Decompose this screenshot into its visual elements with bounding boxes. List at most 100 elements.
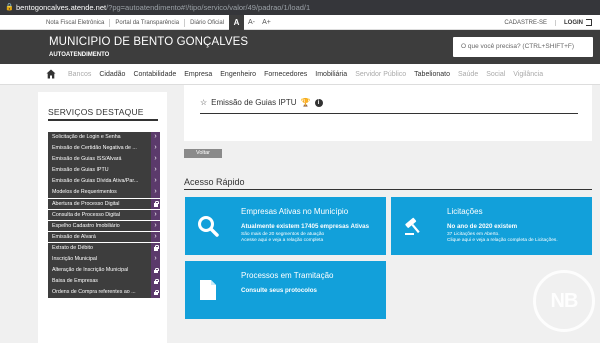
sidebar-service-label: Inscrição Municipal: [52, 256, 98, 263]
sidebar-service-label: Espelho Cadastro Imobiliário: [52, 222, 120, 229]
nav-item-fornecedores[interactable]: Fornecedores: [260, 71, 311, 78]
font-decrease-button[interactable]: A-: [244, 15, 259, 30]
sidebar-service-item[interactable]: Extrato de Débito: [48, 242, 160, 254]
quick-access-divider: [184, 189, 592, 190]
chevron-right-icon: ›: [151, 165, 160, 176]
sidebar-service-label: Emissão de Alvará: [52, 233, 96, 240]
utility-bar: Nota Fiscal Eletrônica Portal da Transpa…: [0, 15, 600, 30]
nav-item-imobiliaria[interactable]: Imobiliária: [311, 71, 351, 78]
tile-title: Processos em Tramitação: [241, 271, 334, 280]
sidebar-service-label: Abertura de Processo Digital: [52, 200, 120, 207]
font-increase-button[interactable]: A+: [259, 15, 274, 30]
home-icon[interactable]: [46, 67, 60, 81]
chevron-right-icon: ›: [151, 231, 160, 243]
link-nota-fiscal[interactable]: Nota Fiscal Eletrônica: [41, 18, 111, 27]
sidebar-service-label: Consulta de Processo Digital: [52, 211, 121, 218]
info-icon[interactable]: i: [314, 98, 323, 107]
sidebar-service-item[interactable]: Alteração de Inscrição Municipal: [48, 265, 160, 276]
sidebar-service-item[interactable]: Emissão de Guias ISS/Alvará ›: [48, 154, 160, 165]
sidebar-service-label: Solicitação de Login e Senha: [52, 134, 121, 140]
nav-item-bancos[interactable]: Bancos: [64, 71, 95, 78]
chevron-right-icon: ›: [151, 154, 160, 165]
service-title: Emissão de Guias IPTU: [211, 98, 297, 107]
featured-services-sidebar: SERVIÇOS DESTAQUE Solicitação de Login e…: [38, 92, 167, 343]
lock-icon: 🔒: [5, 3, 14, 11]
tile-empresas-ativas[interactable]: Empresas Ativas no Município Atualmente …: [185, 197, 386, 255]
tile-detail: São mais de 20 segmentos de atuação: [241, 232, 325, 237]
nav-item-saude[interactable]: Saúde: [454, 71, 482, 78]
chevron-right-icon: ›: [151, 187, 160, 199]
favorite-star-icon[interactable]: ☆: [200, 98, 207, 107]
sidebar-service-item[interactable]: Abertura de Processo Digital: [48, 198, 160, 210]
nav-item-engenheiro[interactable]: Engenheiro: [216, 71, 260, 78]
chevron-right-icon: ›: [151, 254, 160, 265]
sidebar-service-item[interactable]: Emissão de Guias IPTU ›: [48, 165, 160, 176]
sidebar-service-label: Emissão de Guias IPTU: [52, 167, 109, 174]
sidebar-heading: SERVIÇOS DESTAQUE: [48, 107, 144, 117]
sidebar-service-label: Alteração de Inscrição Municipal: [52, 267, 129, 274]
chevron-right-icon: ›: [151, 176, 160, 187]
sidebar-service-label: Emissão de Certidão Negativa de ...: [52, 145, 137, 152]
contrast-button[interactable]: A: [229, 15, 244, 30]
nav-item-vigilancia[interactable]: Vigilância: [509, 71, 547, 78]
font-size-controls: A A- A+: [229, 15, 274, 30]
tile-detail: Acesse aqui e veja a relação completa: [241, 238, 324, 243]
sidebar-service-item[interactable]: Modelos de Requerimentos ›: [48, 187, 160, 199]
lock-icon: [151, 242, 160, 254]
quick-access-heading: Acesso Rápido: [184, 177, 245, 187]
sidebar-service-item[interactable]: Baixa de Empresas: [48, 276, 160, 287]
chevron-right-icon: ›: [151, 209, 160, 221]
sidebar-service-label: Emissão de Guias ISS/Alvará: [52, 156, 122, 163]
sidebar-service-item[interactable]: Solicitação de Login e Senha ›: [48, 132, 160, 143]
nav-item-servidor-publico[interactable]: Servidor Público: [351, 71, 410, 78]
back-button[interactable]: Voltar: [184, 149, 222, 158]
sidebar-service-item[interactable]: Espelho Cadastro Imobiliário ›: [48, 220, 160, 232]
sidebar-service-item[interactable]: Inscrição Municipal ›: [48, 254, 160, 265]
municipality-title[interactable]: MUNICIPIO DE BENTO GONÇALVES: [49, 36, 248, 48]
chevron-right-icon: ›: [151, 132, 160, 143]
search-input[interactable]: O que você precisa? (CTRL+SHIFT+F): [453, 37, 593, 57]
cadastre-se-link[interactable]: CADASTRE-SE: [504, 19, 556, 26]
tile-detail: 37 Licitações em Aberto.: [447, 232, 500, 237]
chevron-right-icon: ›: [151, 143, 160, 154]
lock-icon: [151, 198, 160, 210]
sidebar-service-label: Baixa de Empresas: [52, 278, 98, 285]
tile-line: Consulte seus protocolos: [241, 287, 317, 294]
link-portal-transparencia[interactable]: Portal da Transparência: [110, 18, 186, 27]
sidebar-service-item[interactable]: Consulta de Processo Digital ›: [48, 209, 160, 221]
tile-line: No ano de 2020 existem: [447, 223, 518, 230]
tile-title: Empresas Ativas no Município: [241, 207, 349, 216]
login-icon[interactable]: [586, 19, 592, 26]
lock-icon: [151, 265, 160, 276]
url-host: bentogoncalves.atende.net: [16, 3, 107, 12]
sidebar-divider: [48, 119, 158, 121]
service-divider: [200, 113, 578, 114]
main-nav: Bancos Cidadão Contabilidade Empresa Eng…: [0, 64, 600, 85]
page-subtitle: AUTOATENDIMENTO: [49, 52, 110, 58]
sidebar-service-label: Ordens de Compra referentes ao ...: [52, 289, 136, 296]
sidebar-service-label: Extrato de Débito: [52, 244, 93, 251]
tile-licitacoes[interactable]: Licitações No ano de 2020 existem 37 Lic…: [391, 197, 592, 255]
nav-item-social[interactable]: Social: [482, 71, 509, 78]
featured-services-list: Solicitação de Login e Senha › Emissão de …: [48, 132, 160, 298]
lock-icon: [151, 276, 160, 287]
nav-item-cidadao[interactable]: Cidadão: [95, 71, 129, 78]
browser-address-bar[interactable]: 🔒 bentogoncalves.atende.net/?pg=autoaten…: [0, 0, 600, 15]
lock-icon: [151, 287, 160, 298]
login-link[interactable]: LOGIN: [564, 20, 583, 26]
sidebar-service-item[interactable]: Emissão de Guias Dívida Ativa/Par... ›: [48, 176, 160, 187]
site-header: MUNICIPIO DE BENTO GONÇALVES AUTOATENDIM…: [0, 30, 600, 64]
sidebar-service-item[interactable]: Ordens de Compra referentes ao ...: [48, 287, 160, 298]
nav-item-contabilidade[interactable]: Contabilidade: [129, 71, 180, 78]
tile-processos[interactable]: Processos em Tramitação Consulte seus pr…: [185, 261, 386, 319]
chevron-right-icon: ›: [151, 220, 160, 232]
search-icon: [185, 197, 231, 255]
sidebar-service-item[interactable]: Emissão de Certidão Negativa de ... ›: [48, 143, 160, 154]
link-diario-oficial[interactable]: Diário Oficial: [185, 19, 229, 27]
nav-item-tabelionato[interactable]: Tabelionato: [410, 71, 454, 78]
tile-line: Atualmente existem 17405 empresas Ativas: [241, 223, 370, 230]
trophy-icon[interactable]: 🏆: [301, 98, 311, 107]
nav-item-empresa[interactable]: Empresa: [180, 71, 216, 78]
tile-title: Licitações: [447, 207, 483, 216]
sidebar-service-item[interactable]: Emissão de Alvará ›: [48, 231, 160, 243]
